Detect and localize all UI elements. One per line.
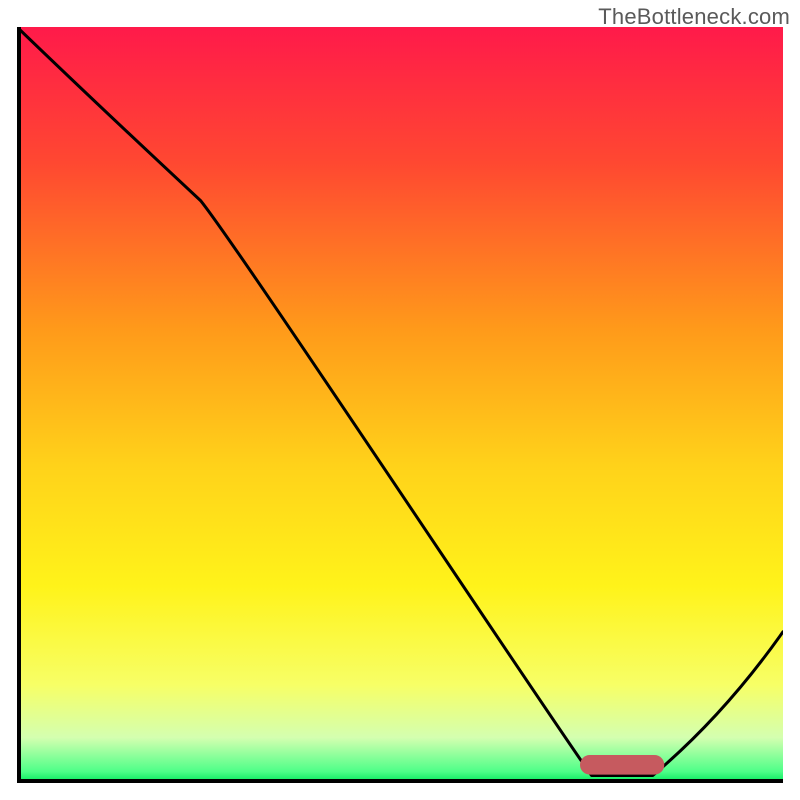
watermark-label: TheBottleneck.com [598, 4, 790, 30]
optimal-range-marker [580, 755, 664, 775]
chart-container: TheBottleneck.com [0, 0, 800, 800]
plot-background [17, 27, 783, 783]
plot-svg [17, 27, 783, 783]
y-axis [17, 27, 21, 783]
x-axis [17, 779, 783, 783]
plot-frame [17, 27, 783, 783]
